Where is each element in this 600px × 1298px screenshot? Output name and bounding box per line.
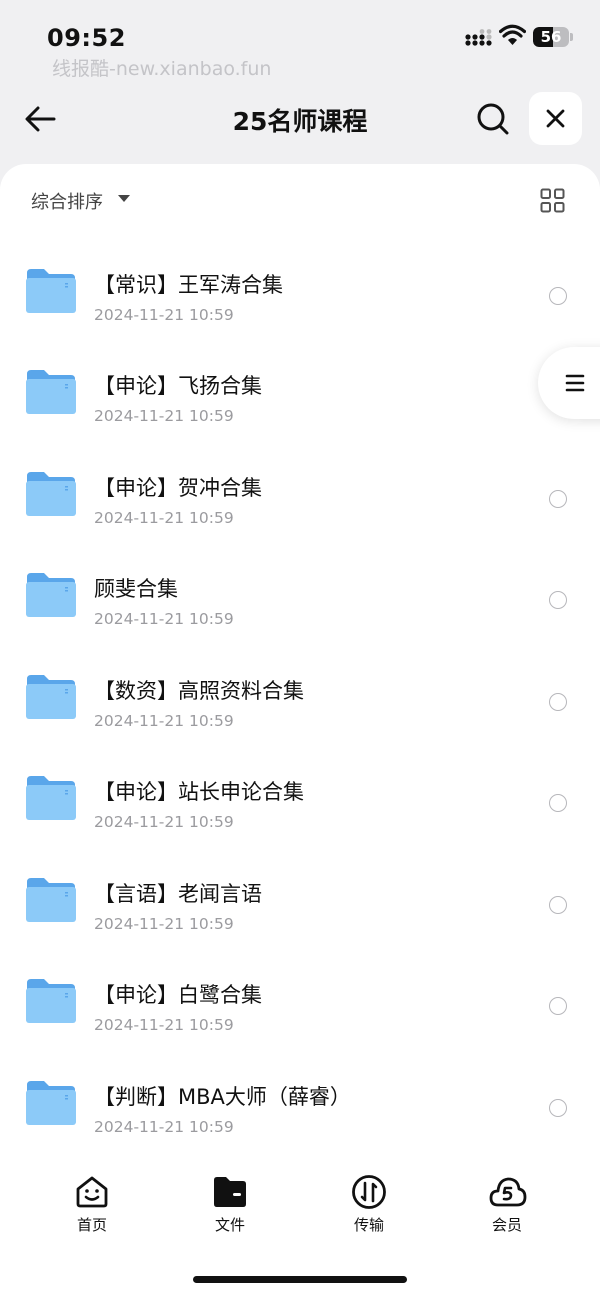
- folder-icon: [26, 877, 76, 922]
- wifi-icon: [499, 24, 526, 45]
- select-radio[interactable]: [549, 1098, 567, 1117]
- grid-view-icon[interactable]: [540, 188, 565, 213]
- file-row[interactable]: 【申论】飞扬合集 2024-11-21 10:59: [0, 343, 600, 444]
- status-time: 09:52: [47, 24, 126, 52]
- file-date: 2024-11-21 10:59: [94, 1016, 234, 1034]
- sort-dropdown[interactable]: 综合排序: [31, 188, 103, 214]
- folder-icon: [214, 1177, 246, 1207]
- tab-home[interactable]: 首页: [37, 1172, 147, 1238]
- transfer-icon: [352, 1175, 386, 1209]
- file-date: 2024-11-21 10:59: [94, 305, 234, 324]
- cloud-vip-icon: [489, 1177, 527, 1207]
- file-list: 2024-11-21 10:59 【常识】王军涛合集 2024-11-21 10:5…: [0, 226, 600, 1156]
- file-row[interactable]: 【判断】MBA大师（薛睿） 2024-11-21 10:59: [0, 1054, 600, 1155]
- arrow-left-icon[interactable]: [22, 100, 60, 138]
- menu-icon: [565, 374, 585, 392]
- file-date: 2024-11-21 10:59: [94, 508, 234, 527]
- select-radio[interactable]: [549, 895, 567, 914]
- file-name: 顾斐合集: [94, 577, 178, 601]
- page-title: 25名师课程: [232, 107, 368, 136]
- select-radio[interactable]: [549, 489, 567, 508]
- tab-home-label: 首页: [76, 1216, 107, 1234]
- header: 25名师课程: [0, 88, 600, 152]
- file-date: 2024-11-21 10:59: [94, 407, 234, 425]
- tab-vip[interactable]: 会员: [452, 1172, 562, 1238]
- select-radio[interactable]: [549, 591, 567, 609]
- folder-icon: [26, 674, 76, 719]
- battery-tip: [570, 33, 573, 41]
- file-row[interactable]: 2024-11-21 10:59: [0, 226, 600, 241]
- file-name: 【申论】站长申论合集: [94, 780, 304, 804]
- file-date: 2024-11-21 10:59: [94, 1117, 234, 1136]
- tab-transfer[interactable]: 传输: [314, 1172, 424, 1238]
- file-date: 2024-11-21 10:59: [94, 711, 234, 730]
- search-icon[interactable]: [474, 100, 512, 138]
- watermark-text: 线报酷-new.xianbao.fun: [52, 58, 272, 80]
- file-list-panel: 综合排序 2024-11-21 10:59【常识】王军涛合集2024-11-21…: [0, 164, 600, 1298]
- folder-icon: [26, 573, 76, 617]
- file-row[interactable]: 【申论】白鹭合集 2024-11-21 10:59: [0, 952, 600, 1053]
- folder-icon: [26, 268, 76, 313]
- tab-files-label: 文件: [214, 1216, 245, 1234]
- file-name: 【常识】王军涛合集: [94, 272, 283, 297]
- file-row[interactable]: 【申论】贺冲合集 2024-11-21 10:59: [0, 445, 600, 546]
- folder-icon: [26, 471, 76, 516]
- select-radio[interactable]: [549, 997, 567, 1015]
- folder-icon: [26, 776, 76, 820]
- file-row[interactable]: 顾斐合集 2024-11-21 10:59: [0, 546, 600, 647]
- file-date: 2024-11-21 10:59: [94, 610, 234, 628]
- tab-vip-label: 会员: [491, 1216, 522, 1234]
- file-row[interactable]: 【常识】王军涛合集 2024-11-21 10:59: [0, 242, 600, 343]
- status-bar: 09:52 线报酷-new.xianbao.fun 56: [0, 0, 600, 80]
- file-row[interactable]: 【数资】高照资料合集 2024-11-21 10:59: [0, 648, 600, 749]
- home-indicator: [193, 1276, 407, 1283]
- file-row[interactable]: 【申论】站长申论合集 2024-11-21 10:59: [0, 749, 600, 850]
- battery-level-text: 56: [540, 28, 562, 46]
- caret-down-icon[interactable]: [118, 195, 130, 202]
- cellular-signal-icon: [465, 29, 492, 46]
- folder-icon: [26, 370, 76, 414]
- folder-icon: [26, 1080, 76, 1125]
- file-name: 【数资】高照资料合集: [94, 678, 304, 703]
- close-button[interactable]: [529, 92, 582, 145]
- home-smile-icon: [76, 1176, 108, 1208]
- tab-transfer-label: 传输: [353, 1216, 384, 1234]
- file-name: 【申论】贺冲合集: [94, 475, 262, 500]
- file-name: 【申论】飞扬合集: [94, 374, 262, 398]
- file-date: 2024-11-21 10:59: [94, 813, 234, 831]
- file-date: 2024-11-21 10:59: [94, 914, 234, 933]
- file-row[interactable]: 【言语】老闻言语 2024-11-21 10:59: [0, 851, 600, 952]
- tab-files[interactable]: 文件: [175, 1172, 285, 1238]
- close-icon: [546, 109, 565, 128]
- battery-indicator: 56: [533, 27, 569, 47]
- side-menu-button[interactable]: [538, 347, 600, 419]
- file-name: 【判断】MBA大师（薛睿）: [94, 1084, 351, 1109]
- folder-icon: [26, 979, 76, 1023]
- file-name: 【言语】老闻言语: [94, 881, 262, 906]
- select-radio[interactable]: [549, 692, 567, 711]
- file-name: 【申论】白鹭合集: [94, 983, 262, 1007]
- select-radio[interactable]: [549, 286, 567, 305]
- select-radio[interactable]: [549, 794, 567, 812]
